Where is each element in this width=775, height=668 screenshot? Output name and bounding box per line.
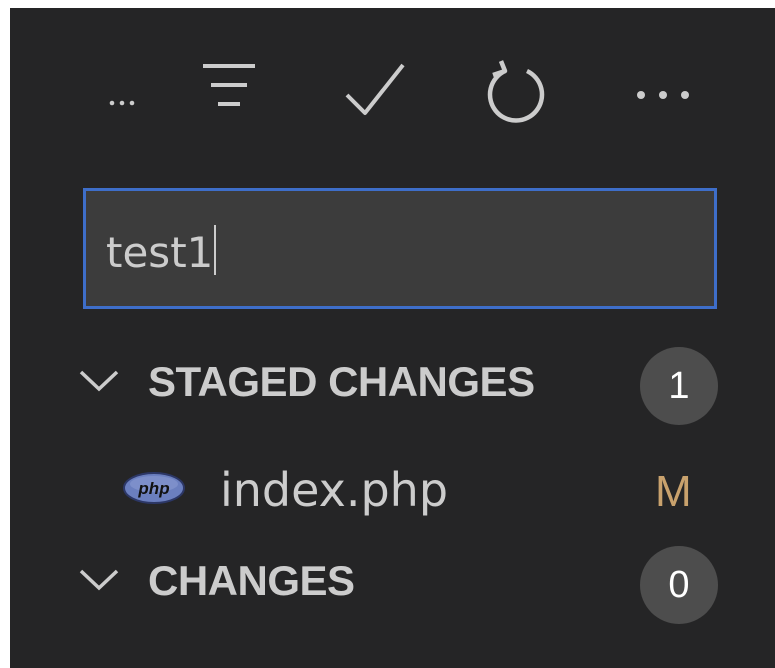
- changes-title: CHANGES: [148, 557, 355, 604]
- overflow-ellipsis-icon[interactable]: [98, 68, 148, 118]
- changes-header[interactable]: CHANGES 0: [10, 542, 775, 624]
- php-file-icon: php: [123, 472, 185, 504]
- chevron-down-icon[interactable]: [78, 367, 120, 393]
- source-control-panel: test1 STAGED CHANGES 1 php index.php M C…: [10, 8, 775, 668]
- text-cursor: [214, 225, 217, 275]
- filter-icon[interactable]: [194, 52, 264, 122]
- file-status-modified: M: [655, 467, 692, 516]
- commit-message-text: test1: [106, 225, 217, 280]
- changes-count-badge: 0: [640, 546, 718, 624]
- staged-changes-title: STAGED CHANGES: [148, 358, 535, 405]
- chevron-down-icon[interactable]: [78, 566, 120, 592]
- more-actions-icon[interactable]: [628, 68, 698, 118]
- commit-message-input[interactable]: test1: [83, 188, 717, 309]
- refresh-icon[interactable]: [480, 52, 552, 128]
- check-icon[interactable]: [336, 52, 412, 128]
- staged-count-badge: 1: [640, 347, 718, 425]
- staged-file-row[interactable]: php index.php M: [10, 453, 775, 525]
- source-control-toolbar: [10, 8, 775, 168]
- php-icon-label: php: [137, 479, 169, 498]
- staged-changes-header[interactable]: STAGED CHANGES 1: [10, 343, 775, 425]
- file-name: index.php: [220, 463, 449, 517]
